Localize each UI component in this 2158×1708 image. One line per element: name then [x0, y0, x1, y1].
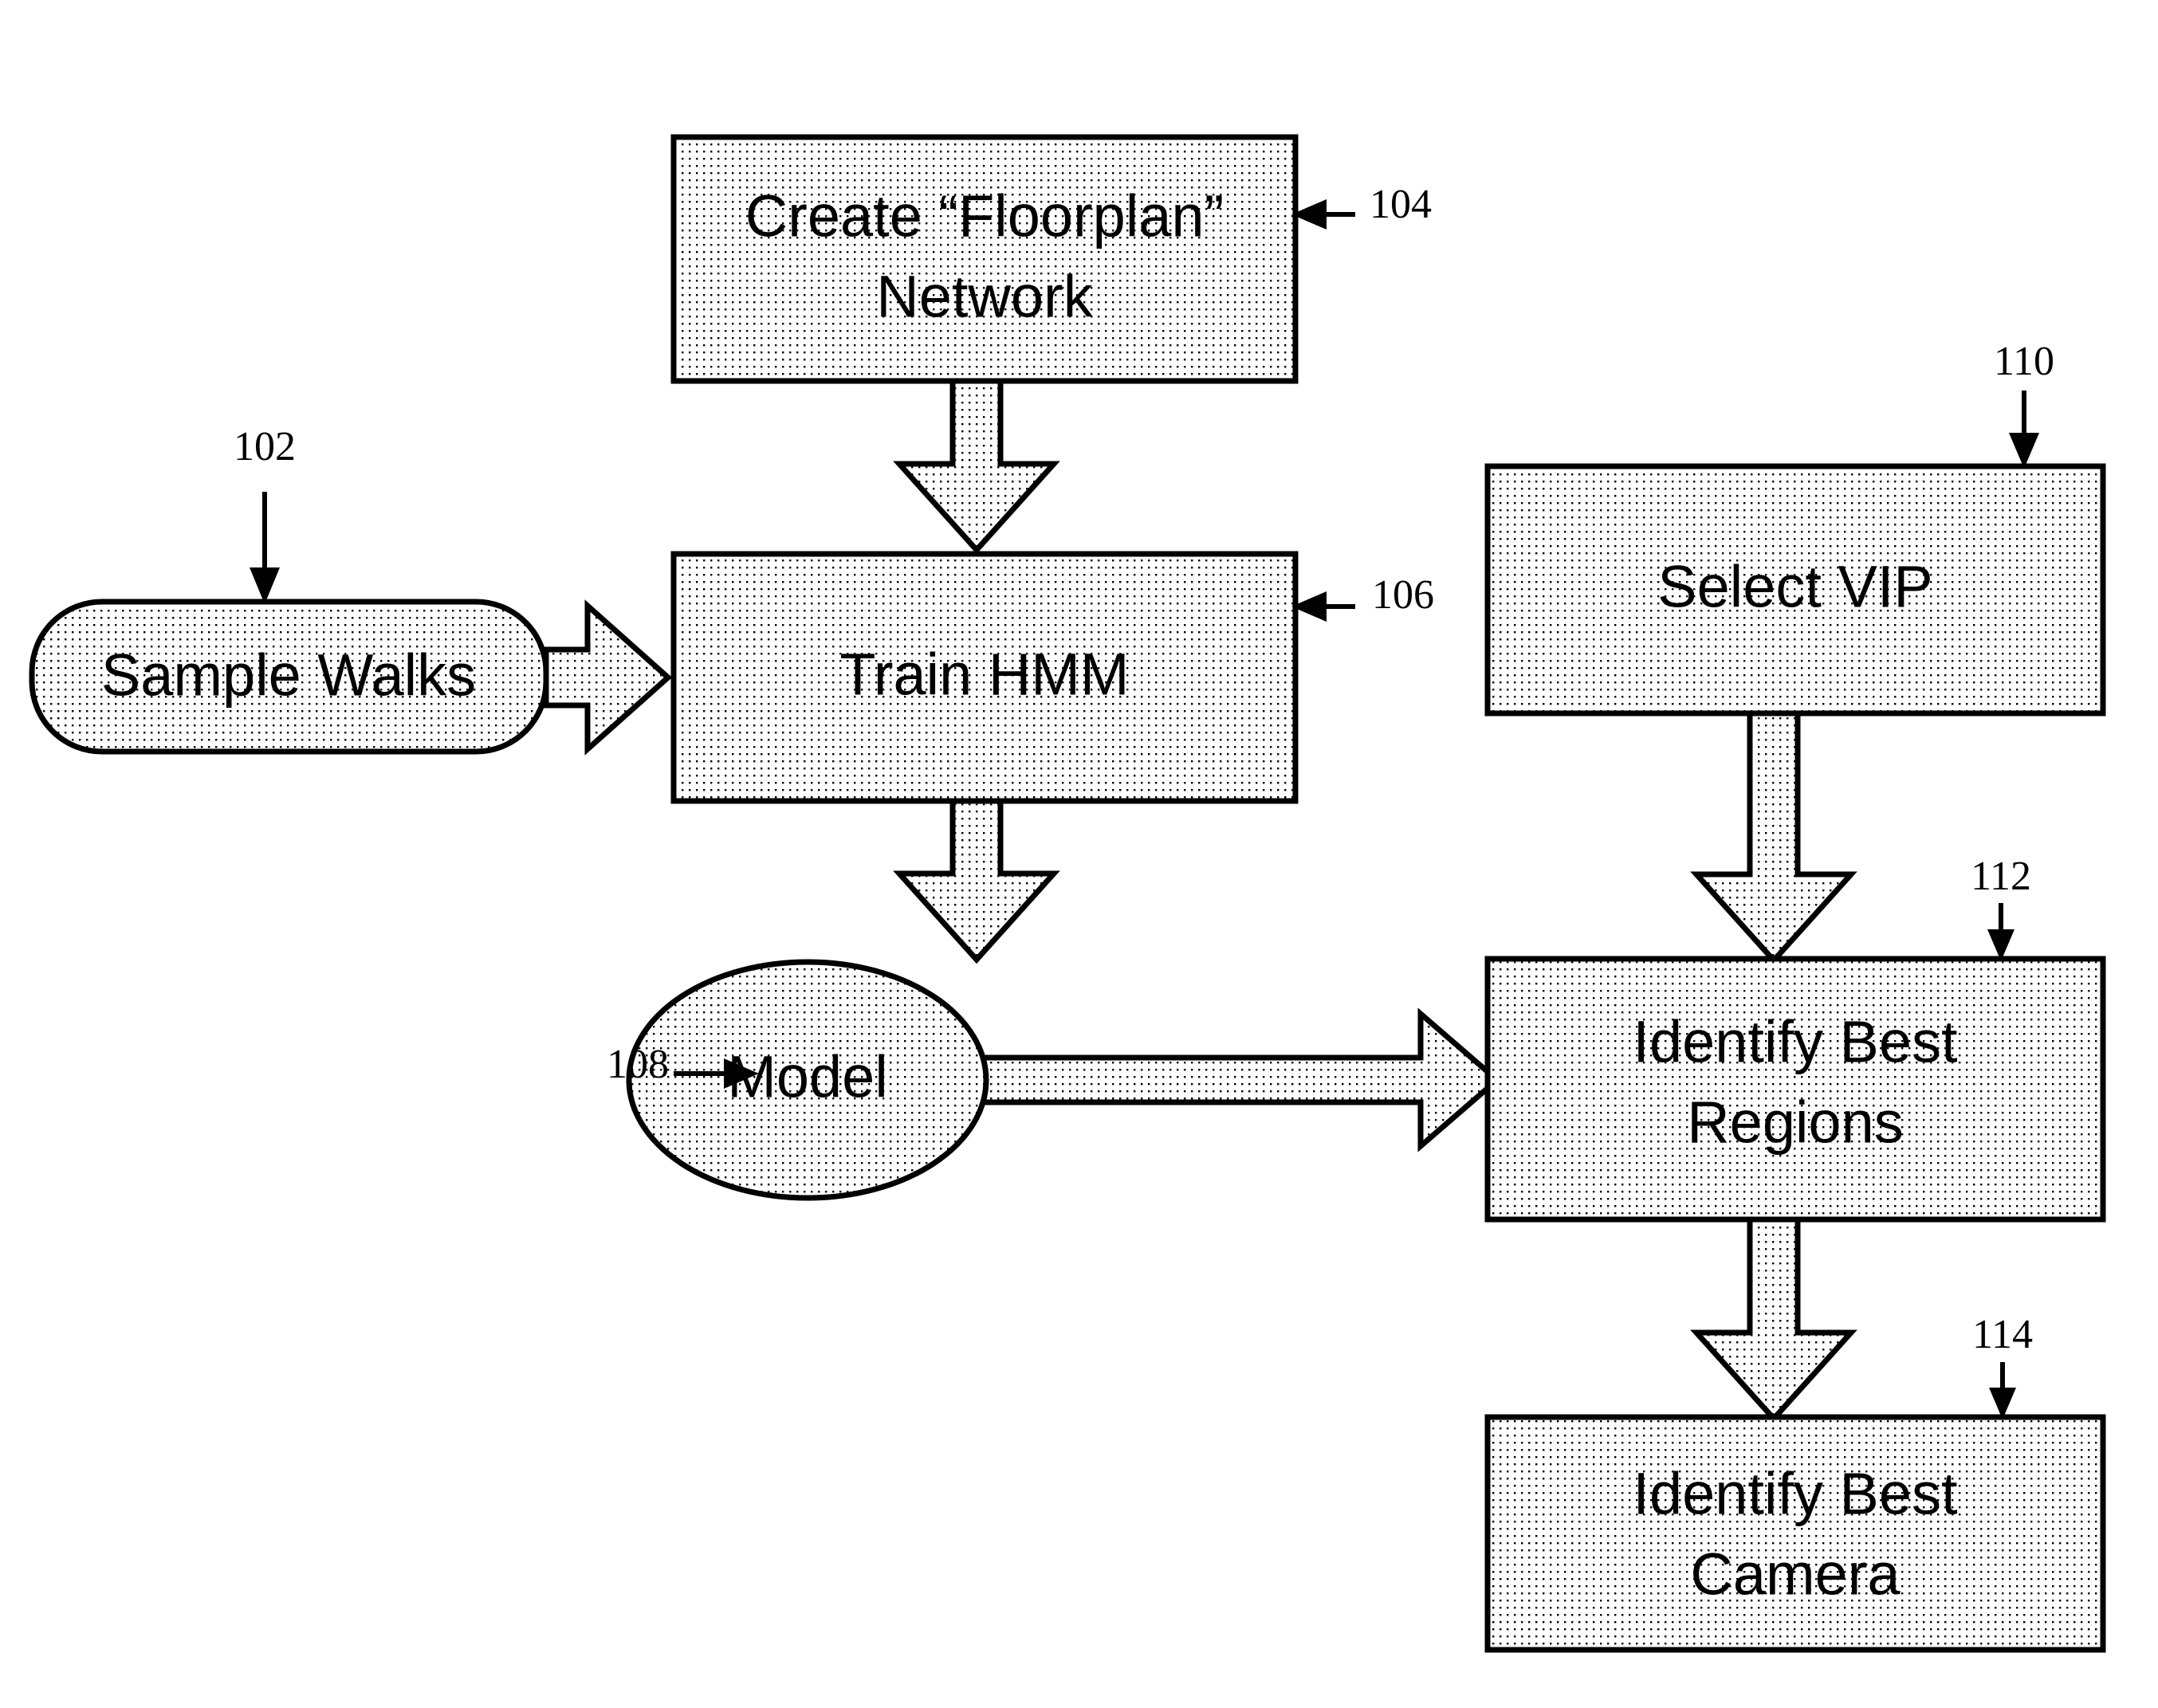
arrow-select-vip-to-identify-best-regions: [1690, 710, 1857, 965]
node-create-floorplan-network[interactable]: Create “Floorplan” Network: [670, 134, 1299, 384]
reference-leader-110: 110: [1994, 339, 2054, 469]
reference-leader-104: 104: [1291, 182, 1432, 230]
reference-numeral-102: 102: [234, 424, 296, 469]
figure-canvas: Create “Floorplan” Network Train HMM Sam…: [0, 0, 2158, 1708]
arrow-train-hmm-to-model: [893, 798, 1060, 964]
node-create-floorplan-network-label-line2: Network: [876, 264, 1093, 330]
reference-numeral-108: 108: [607, 1042, 669, 1087]
node-identify-best-camera-label-line2: Camera: [1690, 1541, 1901, 1608]
node-create-floorplan-network-label-line1: Create “Floorplan”: [745, 183, 1224, 249]
node-sample-walks-label: Sample Walks: [101, 642, 476, 709]
node-select-vip[interactable]: Select VIP: [1484, 463, 2106, 717]
reference-leader-112: 112: [1971, 854, 2031, 961]
node-identify-best-regions[interactable]: Identify Best Regions: [1484, 956, 2106, 1223]
reference-leader-106: 106: [1291, 572, 1434, 622]
arrow-identify-regions-to-identify-camera: [1690, 1216, 1857, 1423]
flowchart-svg: Create “Floorplan” Network Train HMM Sam…: [29, 134, 2106, 1653]
arrow-floorplan-to-train-hmm: [893, 378, 1060, 555]
arrow-sample-walks-to-train-hmm: [543, 599, 673, 756]
node-identify-best-regions-label-line1: Identify Best: [1633, 1009, 1958, 1075]
node-identify-best-regions-label-line2: Regions: [1687, 1090, 1904, 1156]
node-identify-best-camera[interactable]: Identify Best Camera: [1484, 1414, 2106, 1653]
node-sample-walks[interactable]: Sample Walks: [29, 599, 549, 755]
reference-numeral-104: 104: [1370, 182, 1432, 227]
reference-numeral-110: 110: [1994, 339, 2054, 384]
reference-numeral-112: 112: [1971, 854, 2031, 899]
node-model[interactable]: Model: [626, 959, 989, 1201]
reference-leader-102: 102: [234, 424, 296, 604]
node-identify-best-camera-label-line1: Identify Best: [1633, 1461, 1958, 1527]
node-train-hmm[interactable]: Train HMM: [670, 551, 1299, 804]
reference-leader-114: 114: [1972, 1312, 2033, 1419]
node-select-vip-label: Select VIP: [1657, 554, 1933, 620]
reference-numeral-114: 114: [1972, 1312, 2033, 1357]
node-train-hmm-label: Train HMM: [839, 642, 1129, 708]
arrow-model-to-identify-best-regions: [979, 1007, 1502, 1152]
reference-numeral-106: 106: [1372, 572, 1434, 618]
